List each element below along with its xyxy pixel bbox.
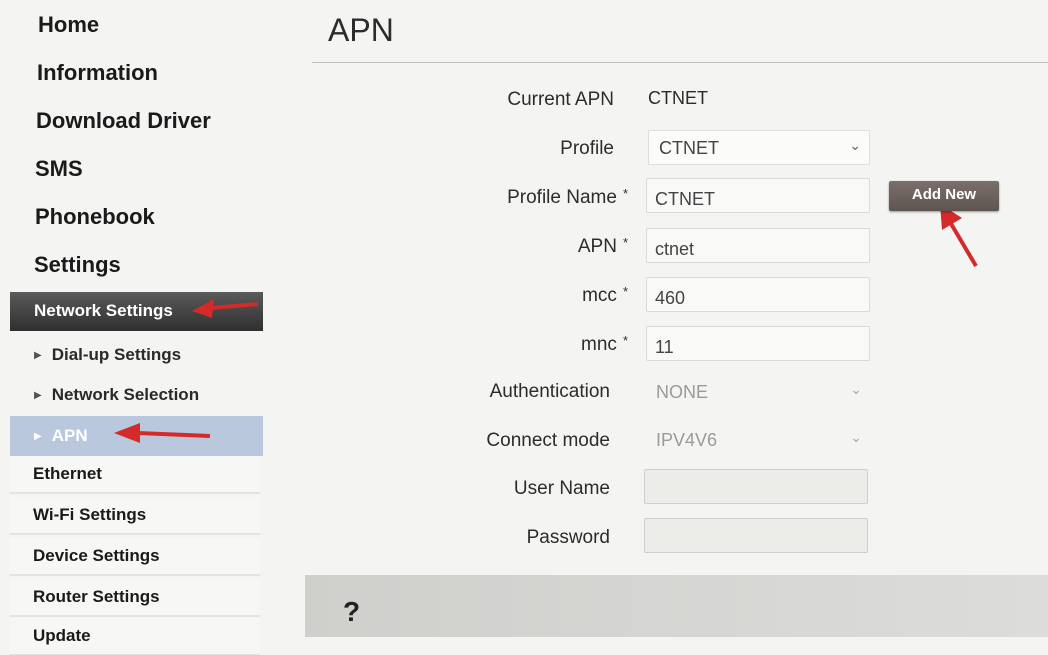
required-mark: * (622, 235, 628, 250)
user-name-field[interactable] (644, 469, 868, 504)
triangle-right-icon: ▶ (34, 350, 42, 361)
mnc-field[interactable] (646, 326, 870, 361)
help-bar (305, 575, 1048, 637)
add-new-button[interactable]: Add New (889, 181, 999, 211)
chevron-down-icon: ⌄ (850, 429, 862, 445)
nav-apn-label: APN (51, 426, 88, 445)
mnc-label-text: mnc (581, 334, 617, 355)
nav-network-selection-label: Network Selection (51, 385, 200, 404)
nav-download-driver[interactable]: Download Driver (36, 108, 211, 134)
nav-sms[interactable]: SMS (35, 156, 83, 182)
nav-information[interactable]: Information (37, 60, 158, 86)
profile-label: Profile (560, 138, 614, 159)
nav-router-settings[interactable]: Router Settings (10, 579, 260, 617)
sidebar: Home Information Download Driver SMS Pho… (0, 0, 265, 655)
password-field[interactable] (644, 518, 868, 553)
profile-name-label: Profile Name * (507, 186, 628, 209)
profile-select[interactable]: CTNET ⌄ (648, 130, 870, 165)
authentication-select[interactable]: NONE ⌄ (648, 375, 870, 410)
nav-update[interactable]: Update (10, 618, 260, 655)
annotation-arrow-icon (192, 299, 259, 318)
mcc-field[interactable] (646, 277, 870, 312)
nav-phonebook[interactable]: Phonebook (35, 204, 155, 230)
nav-home[interactable]: Home (38, 12, 99, 38)
current-apn-label: Current APN (507, 89, 614, 110)
required-mark: * (622, 284, 628, 299)
authentication-label: Authentication (489, 381, 610, 402)
required-mark: * (622, 186, 628, 201)
connect-mode-select[interactable]: IPV4V6 ⌄ (648, 423, 870, 458)
title-divider (312, 62, 1048, 63)
mnc-label: mnc * (581, 333, 628, 356)
nav-ethernet[interactable]: Ethernet (10, 456, 260, 494)
nav-dial-up-settings[interactable]: ▶ Dial-up Settings (10, 335, 263, 375)
profile-name-field[interactable] (646, 178, 870, 213)
chevron-down-icon: ⌄ (850, 381, 862, 397)
nav-dial-up-settings-label: Dial-up Settings (51, 345, 182, 364)
annotation-arrow-icon (114, 423, 211, 443)
password-label: Password (526, 527, 610, 548)
nav-wifi-settings[interactable]: Wi-Fi Settings (10, 497, 260, 535)
apn-label: APN * (578, 235, 628, 258)
authentication-select-value: NONE (656, 382, 709, 402)
profile-select-value: CTNET (659, 138, 719, 158)
required-mark: * (622, 333, 628, 348)
apn-field[interactable] (646, 228, 870, 263)
triangle-right-icon: ▶ (34, 431, 42, 442)
user-name-label: User Name (513, 478, 610, 499)
nav-network-settings-label: Network Settings (34, 301, 173, 320)
nav-network-selection[interactable]: ▶ Network Selection (10, 375, 263, 415)
connect-mode-label: Connect mode (486, 430, 610, 451)
current-apn-value: CTNET (648, 88, 708, 108)
profile-name-label-text: Profile Name (507, 187, 617, 208)
nav-settings[interactable]: Settings (34, 252, 121, 278)
apn-label-text: APN (577, 236, 617, 257)
triangle-right-icon: ▶ (34, 390, 42, 401)
chevron-down-icon: ⌄ (849, 137, 861, 153)
nav-device-settings[interactable]: Device Settings (10, 538, 260, 576)
page-title: APN (328, 12, 394, 48)
connect-mode-select-value: IPV4V6 (656, 430, 718, 450)
mcc-label-text: mcc (582, 285, 617, 306)
mcc-label: mcc * (582, 284, 628, 307)
help-icon[interactable]: ? (343, 596, 360, 628)
